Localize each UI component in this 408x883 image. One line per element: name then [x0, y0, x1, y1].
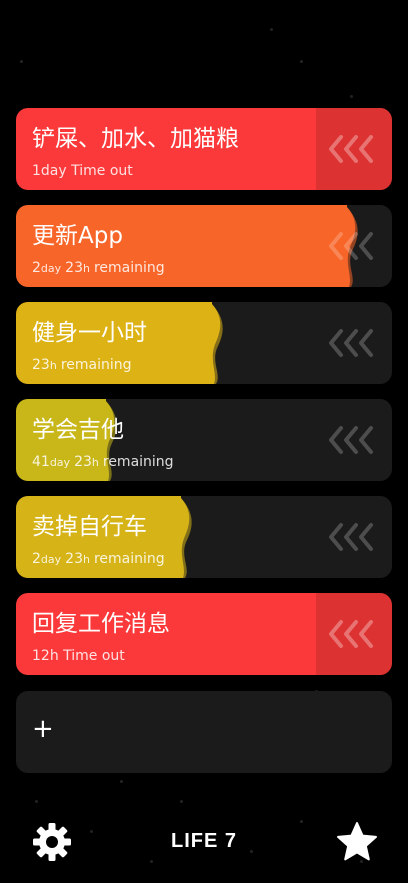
task-status-part: h	[82, 262, 90, 275]
task-title: 卖掉自行车	[32, 514, 147, 540]
task-status-part: 23	[65, 260, 83, 276]
task-status-part: remaining	[93, 551, 165, 567]
task-status-part: day	[49, 456, 71, 469]
favorites-button[interactable]	[336, 821, 378, 863]
triple-chevron-left-icon	[329, 135, 373, 163]
task-title: 回复工作消息	[32, 611, 170, 637]
task-status-part: 23	[32, 357, 50, 373]
triple-chevron-left-icon	[329, 620, 373, 648]
task-status-part: day	[40, 262, 62, 275]
triple-chevron-left-icon	[329, 426, 373, 454]
task-status-part: remaining	[60, 357, 132, 373]
task-status-part: 1day Time out	[32, 163, 133, 179]
plus-icon: +	[32, 714, 54, 744]
task-status-part: 23	[65, 551, 83, 567]
task-status-part: 23	[74, 454, 92, 470]
swipe-handle[interactable]	[316, 108, 392, 190]
task-list: 铲屎、加水、加猫粮 1day Time out 更新App 2day 23h remain…	[16, 108, 392, 690]
task-card[interactable]: 健身一小时 23h remaining	[16, 302, 392, 384]
task-card[interactable]: 更新App 2day 23h remaining	[16, 205, 392, 287]
task-status-part: remaining	[93, 260, 165, 276]
task-title: 铲屎、加水、加猫粮	[32, 126, 239, 152]
task-status: 41day 23h remaining	[32, 453, 174, 472]
task-status: 2day 23h remaining	[32, 259, 165, 278]
task-card[interactable]: 学会吉他 41day 23h remaining	[16, 399, 392, 481]
progress-wave-edge	[209, 302, 223, 384]
task-card[interactable]: 回复工作消息 12h Time out	[16, 593, 392, 675]
task-status-part: 41	[32, 454, 50, 470]
task-status: 12h Time out	[32, 647, 125, 665]
triple-chevron-left-icon	[329, 329, 373, 357]
task-status-part: 2	[32, 551, 41, 567]
triple-chevron-left-icon	[329, 232, 373, 260]
task-status-part: 12h Time out	[32, 648, 125, 664]
swipe-handle[interactable]	[316, 205, 392, 287]
swipe-handle[interactable]	[316, 399, 392, 481]
task-status: 2day 23h remaining	[32, 550, 165, 569]
star-icon	[337, 822, 377, 861]
task-status-part: h	[49, 359, 57, 372]
task-title: 学会吉他	[32, 417, 124, 443]
triple-chevron-left-icon	[329, 523, 373, 551]
task-status-part: h	[91, 456, 99, 469]
swipe-handle[interactable]	[316, 593, 392, 675]
task-status: 1day Time out	[32, 162, 133, 180]
task-status-part: h	[82, 553, 90, 566]
task-status-part: day	[40, 553, 62, 566]
swipe-handle[interactable]	[316, 496, 392, 578]
bottom-bar: LIFE 7	[0, 812, 408, 872]
add-task-button[interactable]: +	[16, 691, 392, 773]
swipe-handle[interactable]	[316, 302, 392, 384]
task-title: 健身一小时	[32, 320, 147, 346]
task-status-part: remaining	[102, 454, 174, 470]
task-status-part: 2	[32, 260, 41, 276]
progress-wave-edge	[179, 496, 193, 578]
task-status: 23h remaining	[32, 356, 132, 375]
task-title: 更新App	[32, 223, 123, 249]
task-card[interactable]: 卖掉自行车 2day 23h remaining	[16, 496, 392, 578]
task-card[interactable]: 铲屎、加水、加猫粮 1day Time out	[16, 108, 392, 190]
